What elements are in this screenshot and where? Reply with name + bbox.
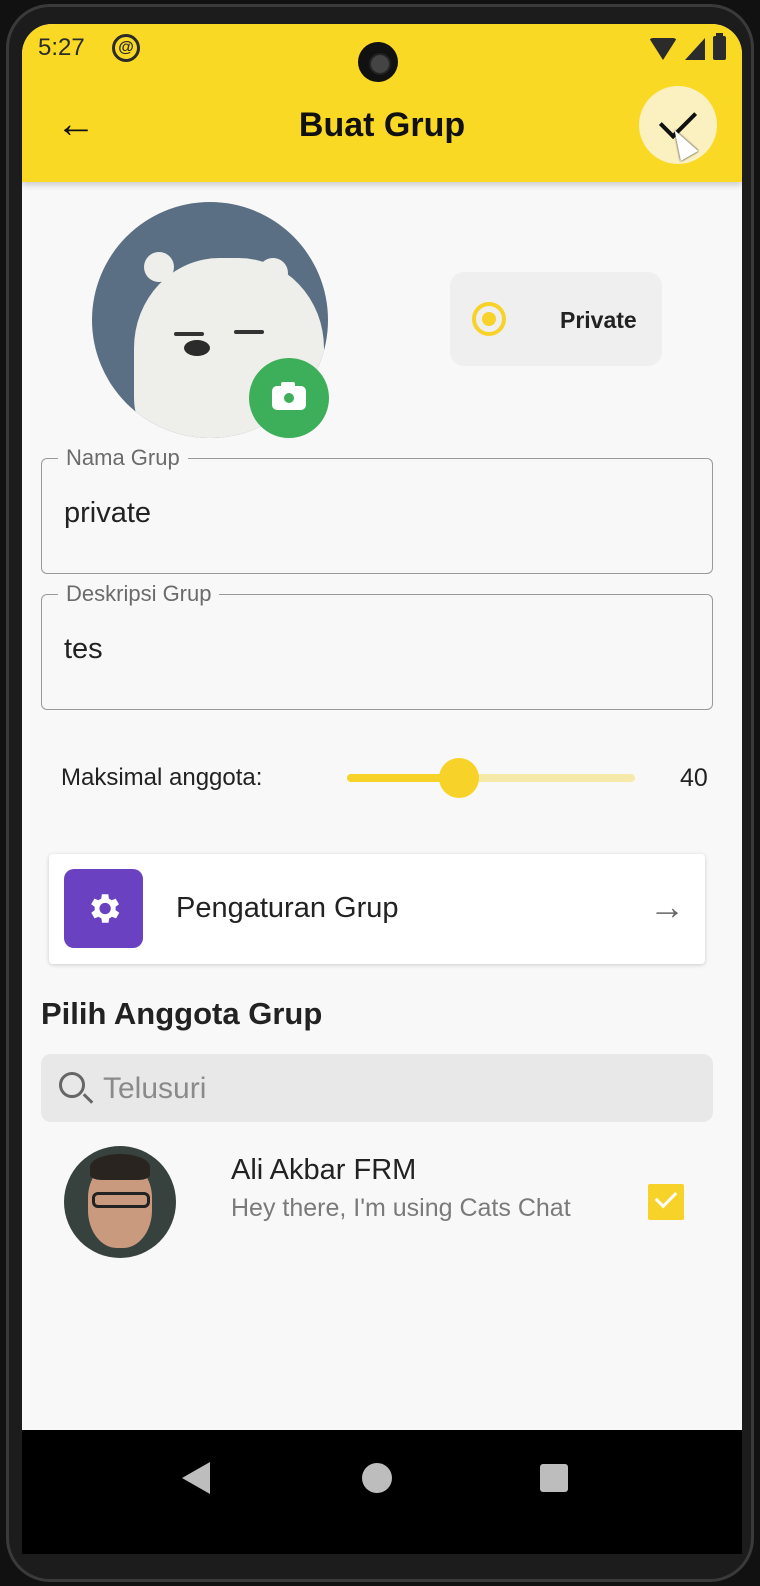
- group-name-field[interactable]: Nama Grup: [41, 445, 713, 574]
- avatar: [64, 1146, 176, 1258]
- radio-dot: [482, 312, 496, 326]
- arrow-right-icon: →: [649, 886, 685, 927]
- group-settings-button[interactable]: Pengaturan Grup →: [49, 854, 705, 964]
- app-screen: 5:27 @ ← Buat Grup Private Nama Grup pri…: [22, 24, 742, 1554]
- status-time: 5:27: [38, 34, 85, 61]
- wifi-icon: [649, 38, 677, 60]
- page-title: Buat Grup: [298, 106, 466, 144]
- bear-eye: [234, 330, 264, 334]
- bear-nose: [184, 340, 210, 356]
- change-photo-button[interactable]: [249, 358, 329, 438]
- system-navigation-bar: [22, 1430, 742, 1554]
- group-description-field[interactable]: Deskripsi Grup: [41, 581, 713, 710]
- contact-status: Hey there, I'm using Cats Chat: [231, 1194, 571, 1222]
- member-checkbox[interactable]: [648, 1184, 684, 1220]
- at-sign-icon: @: [112, 34, 140, 62]
- privacy-radio-option[interactable]: Private: [450, 272, 662, 366]
- status-icons: [649, 33, 726, 60]
- camera-lens: [281, 390, 297, 406]
- settings-icon-box: [64, 869, 143, 948]
- max-members-value: 40: [680, 764, 708, 792]
- avatar-hair: [90, 1154, 150, 1180]
- bear-eye: [174, 332, 204, 336]
- group-name-label: Nama Grup: [58, 445, 188, 471]
- nav-back-button[interactable]: [182, 1462, 210, 1494]
- front-camera: [358, 42, 398, 82]
- max-members-label: Maksimal anggota:: [61, 764, 263, 791]
- nav-home-button[interactable]: [362, 1463, 392, 1493]
- battery-icon: [713, 33, 726, 60]
- radio-selected-icon: [472, 302, 506, 336]
- member-search-input[interactable]: [103, 1072, 683, 1106]
- avatar-glasses: [92, 1192, 150, 1208]
- group-settings-label: Pengaturan Grup: [176, 892, 399, 924]
- search-icon: [59, 1072, 85, 1098]
- slider-thumb[interactable]: [439, 758, 480, 798]
- group-description-label: Deskripsi Grup: [58, 581, 220, 607]
- max-members-slider[interactable]: [347, 758, 635, 798]
- member-search-box[interactable]: [41, 1054, 713, 1122]
- signal-icon: [685, 38, 705, 60]
- list-item[interactable]: Ali Akbar FRM Hey there, I'm using Cats …: [22, 1142, 742, 1262]
- group-name-input[interactable]: [64, 497, 684, 530]
- privacy-label: Private: [560, 307, 637, 333]
- contact-name: Ali Akbar FRM: [231, 1154, 417, 1186]
- nav-recents-button[interactable]: [540, 1464, 568, 1492]
- gear-icon: [91, 894, 120, 923]
- app-bar: 5:27 @ ← Buat Grup: [22, 24, 742, 182]
- select-members-title: Pilih Anggota Grup: [41, 996, 323, 1031]
- group-description-input[interactable]: [64, 633, 684, 666]
